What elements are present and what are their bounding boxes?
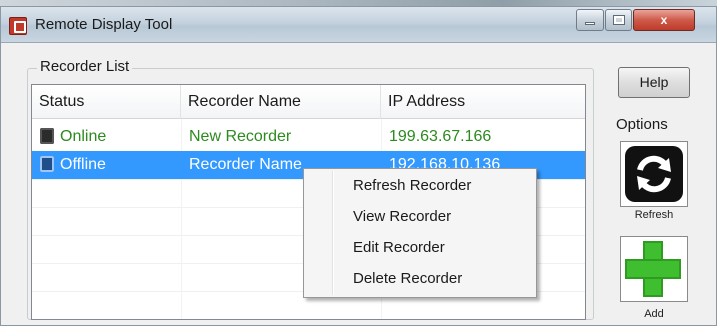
menu-item-view-recorder[interactable]: View Recorder — [306, 202, 534, 232]
refresh-caption: Refresh — [634, 209, 674, 221]
add-caption: Add — [644, 308, 664, 320]
table-row[interactable]: Online New Recorder 199.63.67.166 — [32, 123, 585, 151]
options-label: Options — [616, 116, 668, 133]
recorder-offline-icon — [40, 156, 54, 172]
column-header-status[interactable]: Status — [32, 85, 181, 119]
close-button[interactable]: x — [633, 9, 695, 31]
menu-item-delete-recorder[interactable]: Delete Recorder — [306, 264, 534, 294]
refresh-button[interactable] — [620, 141, 688, 207]
status-text: Offline — [60, 156, 106, 173]
add-button[interactable] — [620, 236, 688, 302]
refresh-icon — [625, 146, 683, 202]
recorder-name: New Recorder — [189, 128, 292, 145]
app-icon — [9, 17, 27, 35]
status-text: Online — [60, 128, 107, 145]
minimize-button[interactable] — [576, 9, 604, 31]
list-header: Status Recorder Name IP Address — [32, 85, 585, 119]
menu-item-edit-recorder[interactable]: Edit Recorder — [306, 233, 534, 263]
maximize-icon — [612, 15, 625, 25]
ip-address: 199.63.67.166 — [389, 128, 492, 145]
close-icon: x — [660, 13, 668, 27]
maximize-button[interactable] — [605, 9, 632, 31]
menu-item-refresh-recorder[interactable]: Refresh Recorder — [306, 171, 534, 201]
recorder-online-icon — [40, 128, 54, 144]
help-button[interactable]: Help — [618, 67, 690, 98]
context-menu: Refresh Recorder View Recorder Edit Reco… — [303, 168, 537, 298]
column-header-recorder-name[interactable]: Recorder Name — [181, 85, 381, 119]
column-header-ip-address[interactable]: IP Address — [381, 85, 585, 119]
title-bar[interactable]: Remote Display Tool x — [1, 7, 716, 43]
recorder-list-label: Recorder List — [37, 58, 133, 75]
window-title: Remote Display Tool — [35, 16, 173, 33]
minimize-icon — [585, 21, 595, 25]
